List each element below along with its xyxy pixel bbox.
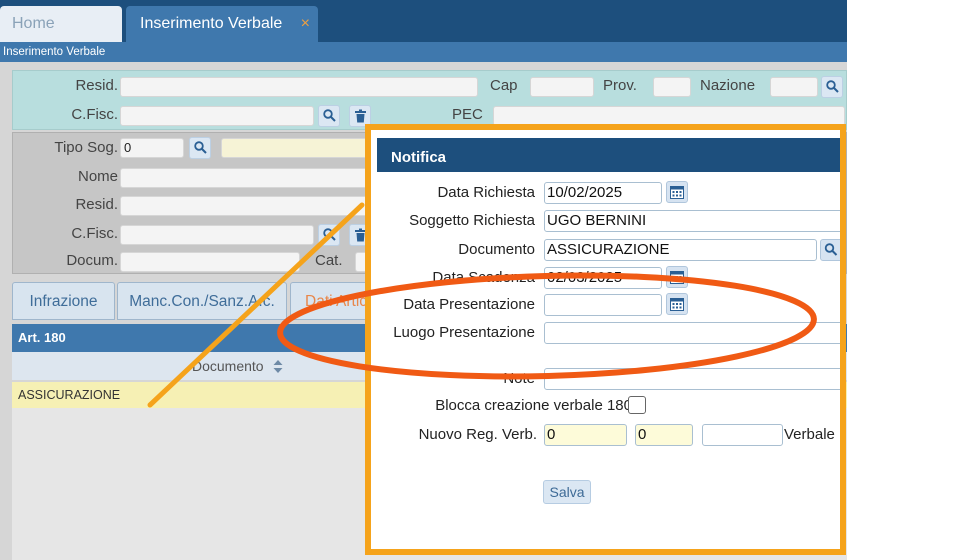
tab-manc-con[interactable]: Manc.Con./Sanz.A.c.: [117, 282, 287, 320]
tab-home[interactable]: Home: [0, 6, 122, 42]
resid-label: Resid.: [75, 77, 118, 94]
tab-inserimento-verbale[interactable]: Inserimento Verbale ×: [126, 6, 318, 42]
nazione-label: Nazione: [700, 77, 756, 94]
cat-label: Cat.: [315, 252, 343, 269]
nuovo-reg-input-2[interactable]: 0: [635, 424, 693, 446]
data-scadenza-calendar-button[interactable]: [666, 266, 688, 288]
search-icon: [194, 141, 207, 154]
documento-label: Documento: [458, 241, 535, 258]
cap-label: Cap: [490, 77, 518, 94]
close-icon[interactable]: ×: [301, 6, 310, 42]
page-subtitle: Inserimento Verbale: [0, 42, 847, 62]
docum-label: Docum.: [66, 252, 118, 269]
search-icon: [323, 109, 336, 122]
data-presentazione-label: Data Presentazione: [403, 296, 535, 313]
tipo-sog-label: Tipo Sog.: [54, 139, 118, 156]
search-icon: [826, 80, 839, 93]
resid-label: Resid.: [75, 196, 118, 213]
cfisc-search-button[interactable]: [318, 105, 340, 127]
documento-input[interactable]: ASSICURAZIONE: [544, 239, 817, 261]
note-label: Note: [503, 370, 535, 387]
nazione-input[interactable]: [770, 77, 818, 97]
search-icon: [323, 228, 336, 241]
cfisc-input[interactable]: [120, 106, 314, 126]
dialog-title: Notifica: [377, 138, 840, 172]
nuovo-reg-label: Nuovo Reg. Verb.: [418, 426, 537, 443]
soggetto-richiesta-input[interactable]: UGO BERNINI: [544, 210, 840, 232]
tab-active-label: Inserimento Verbale: [140, 15, 283, 32]
cfisc-search-button[interactable]: [318, 224, 340, 246]
data-scadenza-label: Data Scadenza: [432, 269, 535, 286]
tipo-sog-description: [221, 138, 371, 158]
note-input[interactable]: [544, 368, 840, 390]
search-icon: [824, 243, 838, 256]
tab-infrazione[interactable]: Infrazione: [12, 282, 115, 320]
data-scadenza-input[interactable]: 02/03/2025: [544, 267, 662, 289]
pec-input[interactable]: [493, 106, 845, 126]
residence-panel: Resid. Cap Prov. Nazione C.Fisc. PEC: [12, 70, 847, 130]
blocca-label: Blocca creazione verbale 180: [435, 397, 632, 414]
verbale-label: Verbale: [784, 426, 835, 443]
tab-bar: Home Inserimento Verbale ×: [0, 0, 847, 42]
nuovo-reg-input-3[interactable]: [702, 424, 783, 446]
prov-label: Prov.: [603, 77, 637, 94]
tab-home-label: Home: [12, 15, 55, 32]
tab-dati-artic-label: Dati Artic: [305, 293, 368, 310]
cfisc-input[interactable]: [120, 225, 314, 245]
data-presentazione-calendar-button[interactable]: [666, 293, 688, 315]
nome-input[interactable]: [120, 168, 370, 188]
trash-icon: [355, 109, 366, 123]
docum-input[interactable]: [120, 252, 300, 272]
cfisc-label: C.Fisc.: [71, 106, 118, 123]
documento-search-button[interactable]: [820, 239, 840, 261]
luogo-presentazione-input[interactable]: [544, 322, 840, 344]
prov-input[interactable]: [653, 77, 691, 97]
tab-manc-con-label: Manc.Con./Sanz.A.c.: [129, 293, 275, 310]
luogo-presentazione-label: Luogo Presentazione: [393, 324, 535, 341]
data-presentazione-input[interactable]: [544, 294, 662, 316]
column-label: Documento: [192, 358, 264, 374]
blocca-checkbox[interactable]: [628, 396, 646, 414]
data-richiesta-label: Data Richiesta: [437, 184, 535, 201]
calendar-icon: [670, 271, 684, 284]
save-button[interactable]: Salva: [543, 480, 591, 504]
calendar-icon: [670, 298, 684, 311]
nome-label: Nome: [77, 168, 118, 185]
tab-infrazione-label: Infrazione: [29, 293, 98, 310]
soggetto-richiesta-label: Soggetto Richiesta: [409, 212, 535, 229]
pec-label: PEC: [452, 106, 483, 123]
tipo-sog-input[interactable]: 0: [120, 138, 184, 158]
nuovo-reg-input-1[interactable]: 0: [544, 424, 627, 446]
data-richiesta-input[interactable]: 10/02/2025: [544, 182, 662, 204]
nazione-search-button[interactable]: [821, 76, 843, 98]
calendar-icon: [670, 186, 684, 199]
sort-icon: [273, 360, 283, 373]
cfisc-label: C.Fisc.: [71, 225, 118, 242]
cap-input[interactable]: [530, 77, 594, 97]
tipo-sog-search-button[interactable]: [189, 137, 211, 159]
resid-input[interactable]: [120, 196, 370, 216]
notifica-dialog: Notifica Data Richiesta 10/02/2025 Sogge…: [365, 124, 846, 555]
data-richiesta-calendar-button[interactable]: [666, 181, 688, 203]
resid-input[interactable]: [120, 77, 478, 97]
